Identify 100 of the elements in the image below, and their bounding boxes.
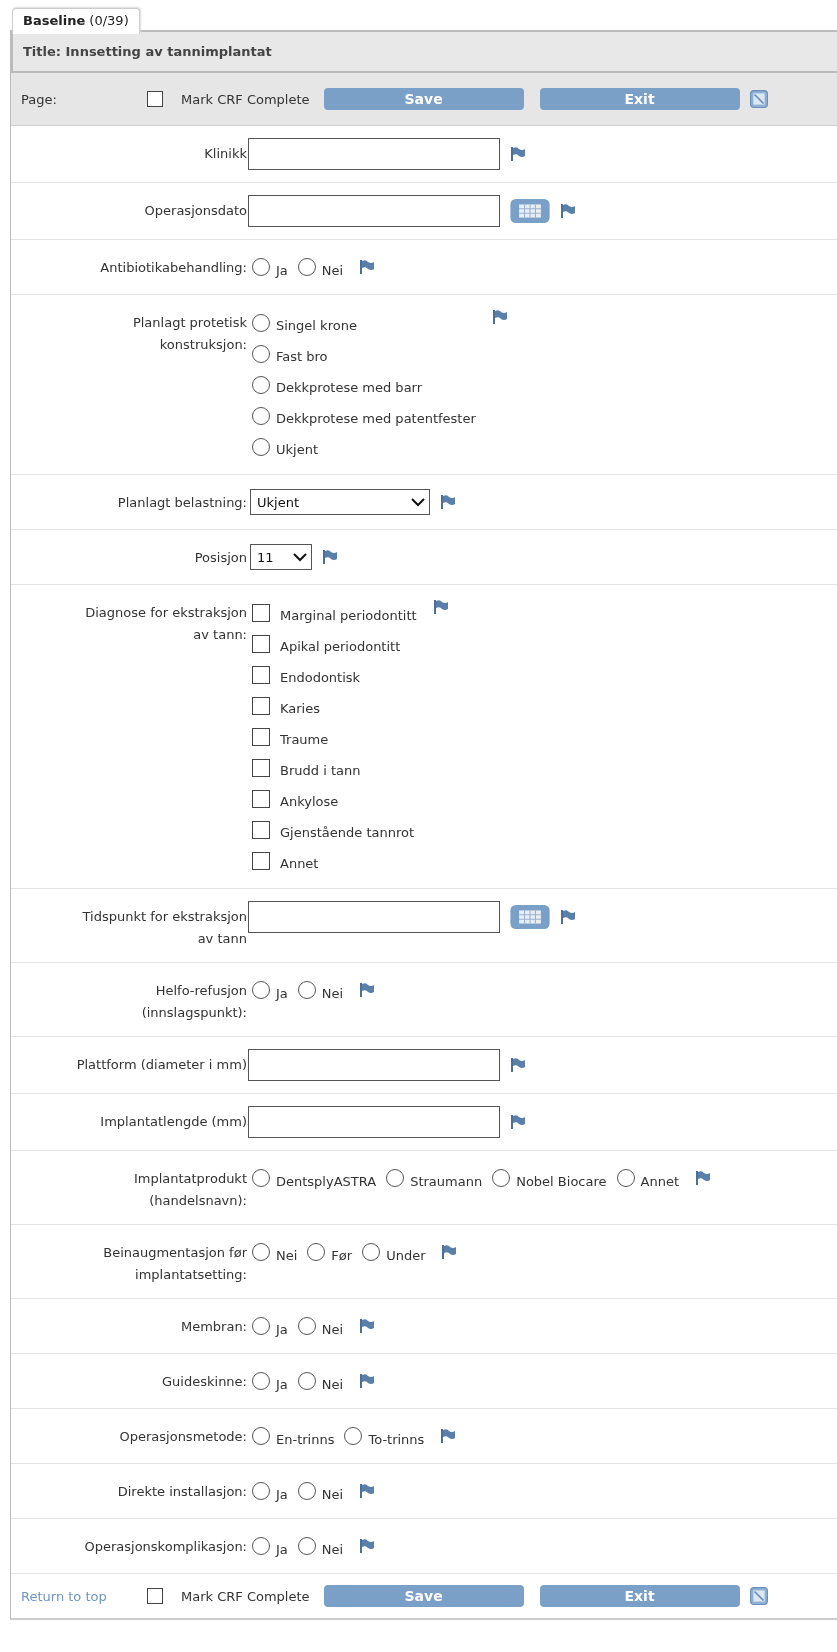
radio-button[interactable] — [252, 1169, 270, 1187]
radio-button[interactable] — [616, 1169, 635, 1187]
expand-icon[interactable] — [749, 1587, 768, 1605]
text-field[interactable] — [248, 138, 500, 170]
checkbox[interactable] — [252, 696, 270, 715]
dropdown[interactable]: Ukjent — [250, 489, 430, 515]
flag-icon[interactable] — [359, 1318, 376, 1334]
checkbox[interactable] — [252, 851, 270, 870]
flag-icon[interactable] — [359, 982, 376, 998]
option-label: Annet — [640, 1172, 679, 1189]
title-bar: Title: Innsetting av tannimplantat — [11, 30, 837, 73]
radio-button[interactable] — [362, 1243, 381, 1261]
flag-icon[interactable] — [359, 259, 376, 275]
option-label: Nei — [321, 1320, 344, 1337]
text-field[interactable] — [248, 1106, 500, 1138]
option-label: Endodontisk — [280, 669, 361, 685]
radio-button[interactable] — [252, 344, 270, 363]
flag-icon[interactable] — [510, 1114, 526, 1130]
flag-icon[interactable] — [359, 1373, 376, 1389]
radio-button[interactable] — [297, 981, 316, 999]
option-label: DentsplyASTRA — [276, 1172, 377, 1189]
form-tab[interactable]: Baseline (0/39) — [12, 8, 140, 34]
field-label: Planlagt belastning: — [117, 494, 247, 512]
radio-button[interactable] — [252, 1372, 270, 1390]
text-field[interactable] — [248, 195, 500, 227]
option-label: Nei — [321, 1540, 344, 1557]
checkbox[interactable] — [252, 758, 270, 777]
field-label: Guideskinne: — [162, 1373, 247, 1391]
flag-icon[interactable] — [560, 203, 576, 219]
return-to-top-link[interactable]: Return to top — [21, 1588, 147, 1604]
text-field[interactable] — [248, 1049, 500, 1081]
checkbox-label: Mark CRF Complete — [181, 1588, 310, 1604]
field-label: Diagnose for ekstraksjon av tann: — [84, 604, 247, 644]
flag-icon[interactable] — [440, 494, 456, 510]
calendar-icon[interactable] — [510, 199, 550, 223]
flag-icon[interactable] — [560, 909, 576, 925]
radio-button[interactable] — [252, 1243, 270, 1261]
option-label: Gjenstående tannrot — [280, 824, 415, 840]
radio-button[interactable] — [297, 258, 316, 276]
radio-button[interactable] — [297, 1537, 316, 1555]
option-label: Singel krone — [276, 317, 357, 333]
exit-button[interactable]: Exit — [539, 1585, 740, 1607]
flag-icon[interactable] — [510, 146, 526, 162]
flag-icon[interactable] — [359, 1483, 376, 1499]
checkbox[interactable] — [252, 665, 270, 684]
radio-button[interactable] — [252, 406, 270, 425]
radio-button[interactable] — [344, 1427, 363, 1445]
field-label: Plattform (diameter i mm) — [76, 1056, 247, 1074]
option-label: Nei — [321, 261, 344, 278]
radio-button[interactable] — [252, 1482, 270, 1500]
field-label: Membran: — [180, 1318, 247, 1336]
option-label: Ja — [276, 1540, 288, 1557]
field-label: Posisjon — [194, 549, 247, 567]
option-label: Nei — [276, 1246, 298, 1263]
radio-button[interactable] — [492, 1169, 511, 1187]
option-label: Apikal periodontitt — [280, 638, 401, 654]
option-label: En-trinns — [276, 1430, 335, 1447]
radio-button[interactable] — [252, 258, 270, 276]
radio-button[interactable] — [252, 981, 270, 999]
field-label: Klinikk — [204, 145, 247, 163]
calendar-icon[interactable] — [510, 905, 550, 929]
radio-button[interactable] — [252, 1427, 270, 1445]
radio-button[interactable] — [252, 313, 270, 332]
checkbox[interactable] — [147, 91, 163, 107]
radio-button[interactable] — [252, 437, 270, 456]
flag-icon[interactable] — [510, 1057, 526, 1073]
flag-icon[interactable] — [322, 549, 338, 565]
field-label: Planlagt protetisk konstruksjon: — [131, 314, 247, 354]
radio-button[interactable] — [297, 1317, 316, 1335]
radio-button[interactable] — [252, 375, 270, 394]
checkbox[interactable] — [147, 1588, 163, 1604]
checkbox[interactable] — [252, 634, 270, 653]
flag-icon[interactable] — [432, 599, 449, 615]
checkbox[interactable] — [252, 820, 270, 839]
chevron-icon — [411, 497, 425, 507]
exit-button[interactable]: Exit — [539, 88, 740, 110]
dropdown[interactable]: 11 — [250, 544, 312, 570]
flag-icon[interactable] — [440, 1428, 457, 1444]
checkbox[interactable] — [252, 603, 270, 622]
radio-button[interactable] — [252, 1317, 270, 1335]
radio-button[interactable] — [307, 1243, 326, 1261]
checkbox[interactable] — [252, 727, 270, 746]
save-button[interactable]: Save — [323, 88, 524, 110]
radio-button[interactable] — [252, 1537, 270, 1555]
flag-icon[interactable] — [441, 1244, 458, 1260]
option-label: Før — [331, 1246, 353, 1263]
radio-button[interactable] — [297, 1372, 316, 1390]
radio-button[interactable] — [297, 1482, 316, 1500]
radio-button[interactable] — [386, 1169, 405, 1187]
expand-icon[interactable] — [749, 90, 768, 108]
checkbox[interactable] — [252, 789, 270, 808]
checkbox-label: Mark CRF Complete — [181, 91, 310, 107]
option-label: Ja — [276, 1375, 288, 1392]
option-label: Traume — [280, 731, 329, 747]
field-label: Operasjonskomplikasjon: — [84, 1538, 247, 1556]
text-field[interactable] — [248, 901, 500, 933]
flag-icon[interactable] — [491, 309, 508, 325]
save-button[interactable]: Save — [323, 1585, 524, 1607]
flag-icon[interactable] — [359, 1538, 376, 1554]
flag-icon[interactable] — [695, 1170, 711, 1186]
